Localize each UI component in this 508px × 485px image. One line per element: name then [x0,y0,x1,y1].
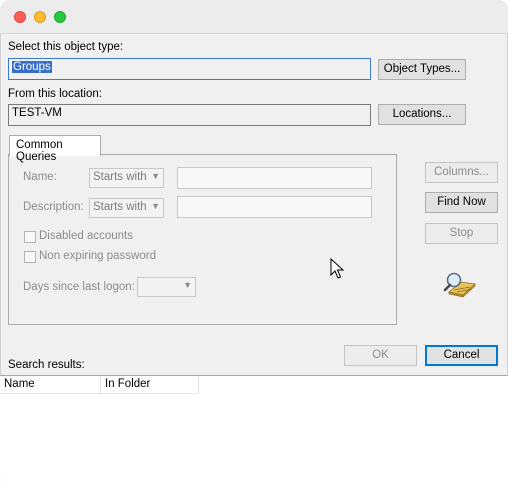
ok-button[interactable]: OK [344,345,417,366]
column-header-in-folder[interactable]: In Folder [101,376,199,394]
stop-button[interactable]: Stop [425,223,498,244]
description-label: Description: [23,201,84,213]
close-window-button[interactable] [14,11,26,23]
find-now-button[interactable]: Find Now [425,192,498,213]
description-input[interactable] [177,196,372,218]
chevron-down-icon: ▼ [183,280,192,290]
title-bar [0,0,508,34]
object-type-label: Select this object type: [8,41,124,53]
non-expiring-password-checkbox[interactable] [24,251,36,263]
description-mode-dropdown[interactable]: Starts with ▼ [89,198,164,218]
days-since-logon-label: Days since last logon: [23,281,135,293]
search-results-label: Search results: [8,359,85,371]
column-header-name[interactable]: Name [0,376,101,394]
name-mode-dropdown[interactable]: Starts with ▼ [89,168,164,188]
locations-button[interactable]: Locations... [378,104,466,125]
non-expiring-password-label: Non expiring password [39,250,156,262]
tab-common-queries[interactable]: Common Queries [9,135,101,163]
description-mode-value: Starts with [93,201,147,213]
disabled-accounts-checkbox[interactable] [24,231,36,243]
name-input[interactable] [177,167,372,189]
name-mode-value: Starts with [93,171,147,183]
mouse-cursor-icon [330,258,344,279]
name-label: Name: [23,171,57,183]
select-groups-dialog: Select this object type: Groups Object T… [0,0,508,485]
disabled-accounts-label: Disabled accounts [39,230,133,242]
location-field: TEST-VM [8,104,371,126]
maximize-window-button[interactable] [54,11,66,23]
columns-button[interactable]: Columns... [425,162,498,183]
chevron-down-icon: ▼ [151,201,160,211]
directory-search-icon [443,272,476,298]
location-label: From this location: [8,88,102,100]
days-since-logon-dropdown[interactable]: ▼ [137,277,196,297]
chevron-down-icon: ▼ [151,171,160,181]
minimize-window-button[interactable] [34,11,46,23]
cancel-button[interactable]: Cancel [425,345,498,366]
object-type-field: Groups [8,58,371,80]
object-types-button[interactable]: Object Types... [378,59,466,80]
object-type-value: Groups [12,61,52,73]
search-results-list[interactable]: Name In Folder [0,375,508,485]
